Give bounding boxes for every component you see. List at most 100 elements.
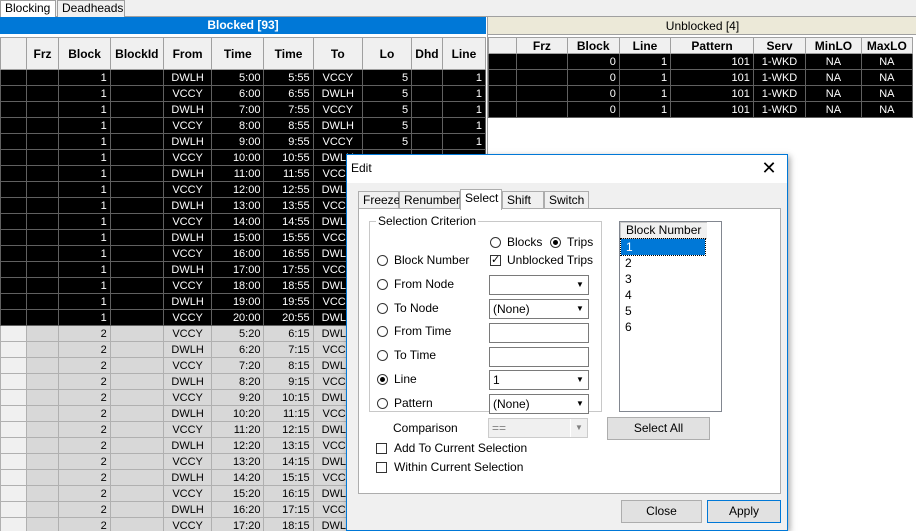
cell-block[interactable]: 2 [58, 485, 111, 502]
cell-from[interactable]: DWLH [162, 133, 213, 150]
cell-blockid[interactable] [109, 261, 165, 278]
cell-blockid[interactable] [109, 341, 165, 358]
cell-blockid[interactable] [109, 229, 165, 246]
cell-blockid[interactable] [109, 421, 165, 438]
cell-time-start[interactable]: 8:20 [211, 373, 265, 390]
cell-time-end[interactable]: 11:55 [263, 165, 314, 182]
unblocked-grid[interactable]: Frz Block Line Pattern Serv MinLO MaxLO … [487, 37, 914, 118]
table-row[interactable]: 1 VCCY 8:00 8:55 DWLH 5 1 [0, 117, 486, 134]
cell-from[interactable]: VCCY [162, 181, 213, 198]
to-time-radio[interactable] [377, 350, 388, 361]
cell-lo[interactable]: 5 [361, 85, 413, 102]
cell-block[interactable]: 2 [58, 373, 111, 390]
table-row[interactable]: 1 DWLH 7:00 7:55 VCCY 5 1 [0, 101, 486, 118]
row-header[interactable] [0, 293, 27, 310]
cell-line[interactable]: 1 [618, 101, 672, 118]
cell-time-end[interactable]: 15:55 [263, 229, 314, 246]
cell-time-end[interactable]: 15:15 [263, 469, 314, 486]
row-header[interactable] [487, 69, 518, 86]
blocks-radio[interactable] [490, 237, 501, 248]
col-blockid[interactable]: BlockId [109, 37, 165, 70]
cell-block[interactable]: 2 [58, 341, 111, 358]
row-header[interactable] [0, 437, 27, 454]
cell-serv[interactable]: 1-WKD [752, 85, 807, 102]
cell-frz[interactable] [25, 213, 60, 230]
cell-time-start[interactable]: 16:20 [211, 501, 265, 518]
cell-time-end[interactable]: 17:55 [263, 261, 314, 278]
cell-from[interactable]: VCCY [162, 245, 213, 262]
cell-to[interactable]: DWLH [312, 117, 363, 134]
cell-time-end[interactable]: 6:55 [263, 85, 314, 102]
cell-lo[interactable]: 5 [361, 69, 413, 86]
cell-from[interactable]: DWLH [162, 437, 213, 454]
cell-frz[interactable] [25, 133, 60, 150]
col-frz[interactable]: Frz [25, 37, 60, 70]
col-frz[interactable]: Frz [516, 37, 568, 54]
cell-blockid[interactable] [109, 501, 165, 518]
cell-block[interactable]: 2 [58, 437, 111, 454]
cell-frz[interactable] [516, 53, 568, 70]
cell-block[interactable]: 1 [58, 165, 111, 182]
cell-blockid[interactable] [109, 485, 165, 502]
cell-block[interactable]: 2 [58, 389, 111, 406]
row-header[interactable] [0, 453, 27, 470]
to-node-combo[interactable]: (None) ▼ [489, 299, 589, 319]
pattern-combo[interactable]: (None) ▼ [489, 394, 589, 414]
cell-time-start[interactable]: 5:00 [211, 69, 265, 86]
cell-frz[interactable] [25, 373, 60, 390]
cell-block[interactable]: 2 [58, 517, 111, 531]
cell-block[interactable]: 1 [58, 133, 111, 150]
close-button[interactable]: Close [621, 500, 702, 523]
cell-frz[interactable] [25, 469, 60, 486]
list-item[interactable]: 3 [620, 271, 721, 287]
cell-time-start[interactable]: 10:20 [211, 405, 265, 422]
cell-from[interactable]: VCCY [162, 485, 213, 502]
cell-frz[interactable] [25, 389, 60, 406]
table-row[interactable]: 1 DWLH 9:00 9:55 VCCY 5 1 [0, 133, 486, 150]
add-to-selection-checkbox[interactable] [376, 443, 387, 454]
table-row[interactable]: 1 VCCY 6:00 6:55 DWLH 5 1 [0, 85, 486, 102]
cell-dhd[interactable] [411, 101, 443, 118]
cell-frz[interactable] [25, 357, 60, 374]
cell-time-start[interactable]: 14:00 [211, 213, 265, 230]
cell-blockid[interactable] [109, 325, 165, 342]
cell-blockid[interactable] [109, 85, 165, 102]
apply-button[interactable]: Apply [707, 500, 781, 523]
cell-time-end[interactable]: 13:55 [263, 197, 314, 214]
pattern-radio[interactable] [377, 398, 388, 409]
cell-minlo[interactable]: NA [805, 85, 862, 102]
tab-freeze[interactable]: Freeze [358, 191, 400, 209]
cell-block[interactable]: 2 [58, 469, 111, 486]
cell-time-start[interactable]: 20:00 [211, 309, 265, 326]
cell-blockid[interactable] [109, 437, 165, 454]
chevron-down-icon[interactable]: ▼ [571, 395, 588, 413]
row-header[interactable] [0, 389, 27, 406]
cell-time-start[interactable]: 19:00 [211, 293, 265, 310]
col-from[interactable]: From [162, 37, 213, 70]
cell-pattern[interactable]: 101 [670, 85, 754, 102]
cell-block[interactable]: 1 [58, 245, 111, 262]
cell-blockid[interactable] [109, 373, 165, 390]
row-header[interactable] [0, 469, 27, 486]
col-block[interactable]: Block [566, 37, 620, 54]
cell-time-end[interactable]: 12:15 [263, 421, 314, 438]
row-header[interactable] [0, 421, 27, 438]
cell-time-end[interactable]: 8:55 [263, 117, 314, 134]
cell-time-end[interactable]: 18:15 [263, 517, 314, 531]
row-header[interactable] [0, 485, 27, 502]
cell-from[interactable]: DWLH [162, 69, 213, 86]
row-header[interactable] [0, 325, 27, 342]
cell-time-start[interactable]: 12:00 [211, 181, 265, 198]
cell-frz[interactable] [25, 261, 60, 278]
cell-frz[interactable] [25, 181, 60, 198]
cell-minlo[interactable]: NA [805, 69, 862, 86]
cell-minlo[interactable]: NA [805, 101, 862, 118]
cell-frz[interactable] [25, 421, 60, 438]
select-all-button[interactable]: Select All [607, 417, 710, 440]
cell-time-end[interactable]: 9:55 [263, 133, 314, 150]
cell-time-end[interactable]: 17:15 [263, 501, 314, 518]
cell-line[interactable]: 1 [618, 69, 672, 86]
cell-maxlo[interactable]: NA [860, 69, 914, 86]
cell-blockid[interactable] [109, 101, 165, 118]
cell-frz[interactable] [25, 277, 60, 294]
